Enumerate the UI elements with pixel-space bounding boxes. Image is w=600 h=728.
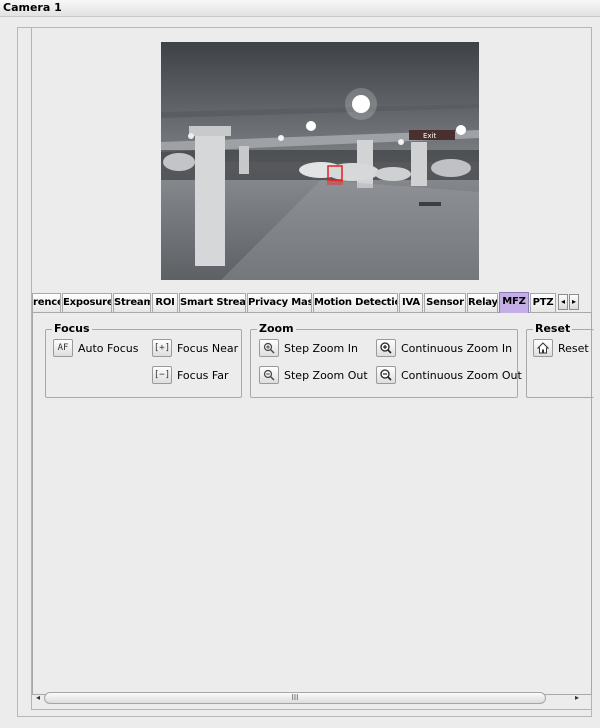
tab-smart-stream[interactable]: Smart Stream	[179, 293, 246, 312]
step-zoom-in-label: Step Zoom In	[284, 341, 358, 355]
step-zoom-out-button[interactable]: Step Zoom Out	[259, 365, 368, 385]
tab-scroll-right-button[interactable]: ▸	[569, 294, 579, 310]
auto-focus-button[interactable]: AF Auto Focus	[53, 338, 138, 358]
scrollbar-grip-icon: III	[291, 693, 299, 702]
tab-reference[interactable]: rence	[32, 293, 61, 312]
reset-group-title: Reset	[533, 322, 573, 336]
tab-scroll-left-button[interactable]: ◂	[558, 294, 568, 310]
step-zoom-out-label: Step Zoom Out	[284, 368, 368, 382]
continuous-zoom-in-button[interactable]: Continuous Zoom In	[376, 338, 512, 358]
tab-ptz[interactable]: PTZ	[530, 293, 556, 312]
tab-stream[interactable]: Stream	[113, 293, 151, 312]
step-zoom-in-icon	[259, 339, 279, 357]
exit-sign-text: Exit	[423, 132, 437, 140]
focus-group-title: Focus	[52, 322, 92, 336]
mfz-panel: Focus AF Auto Focus [+] Focus Near [−] F…	[32, 313, 594, 695]
horizontal-scrollbar[interactable]: ◂ III ▸	[32, 690, 592, 706]
tab-sensor[interactable]: Sensor	[424, 293, 466, 312]
continuous-zoom-out-label: Continuous Zoom Out	[401, 368, 522, 382]
continuous-zoom-out-button[interactable]: Continuous Zoom Out	[376, 365, 522, 385]
focus-near-button[interactable]: [+] Focus Near	[152, 338, 238, 358]
reset-group: Reset Reset	[526, 322, 594, 398]
tab-iva[interactable]: IVA	[399, 293, 423, 312]
settings-tab-bar: rence Exposure Stream ROI Smart Stream P…	[32, 292, 592, 313]
home-icon	[533, 339, 553, 357]
content-area: Exit rence Exposure Stream ROI Smart Str…	[31, 28, 594, 710]
parking-garage-image: Exit	[161, 42, 479, 280]
zoom-group-title: Zoom	[257, 322, 296, 336]
scroll-left-arrow-icon[interactable]: ◂	[33, 693, 43, 703]
focus-far-button[interactable]: [−] Focus Far	[152, 365, 229, 385]
reset-button[interactable]: Reset	[533, 338, 589, 358]
focus-far-label: Focus Far	[177, 368, 229, 382]
scroll-right-arrow-icon[interactable]: ▸	[572, 693, 582, 703]
tab-roi[interactable]: ROI	[152, 293, 178, 312]
tab-privacy-mask[interactable]: Privacy Mask	[247, 293, 312, 312]
camera-preview: Exit	[161, 42, 479, 280]
tab-motion-detection[interactable]: Motion Detection	[313, 293, 398, 312]
scrollbar-thumb[interactable]: III	[44, 692, 546, 704]
tab-mfz[interactable]: MFZ	[499, 292, 529, 313]
focus-near-icon: [+]	[152, 339, 172, 357]
continuous-zoom-in-icon	[376, 339, 396, 357]
auto-focus-icon: AF	[53, 339, 73, 357]
focus-far-icon: [−]	[152, 366, 172, 384]
zoom-group: Zoom Step Zoom In Step Zoom Out Continuo…	[250, 322, 522, 398]
focus-near-label: Focus Near	[177, 341, 239, 355]
step-zoom-in-button[interactable]: Step Zoom In	[259, 338, 358, 358]
focus-group: Focus AF Auto Focus [+] Focus Near [−] F…	[45, 322, 242, 398]
tab-relay[interactable]: Relay	[467, 293, 498, 312]
window-title: Camera 1	[3, 1, 62, 14]
step-zoom-out-icon	[259, 366, 279, 384]
auto-focus-label: Auto Focus	[78, 341, 139, 355]
tab-exposure[interactable]: Exposure	[62, 293, 112, 312]
camera-frame: Exit rence Exposure Stream ROI Smart Str…	[17, 27, 594, 717]
window-titlebar: Camera 1	[0, 0, 600, 17]
reset-label: Reset	[558, 341, 589, 355]
continuous-zoom-out-icon	[376, 366, 396, 384]
continuous-zoom-in-label: Continuous Zoom In	[401, 341, 513, 355]
